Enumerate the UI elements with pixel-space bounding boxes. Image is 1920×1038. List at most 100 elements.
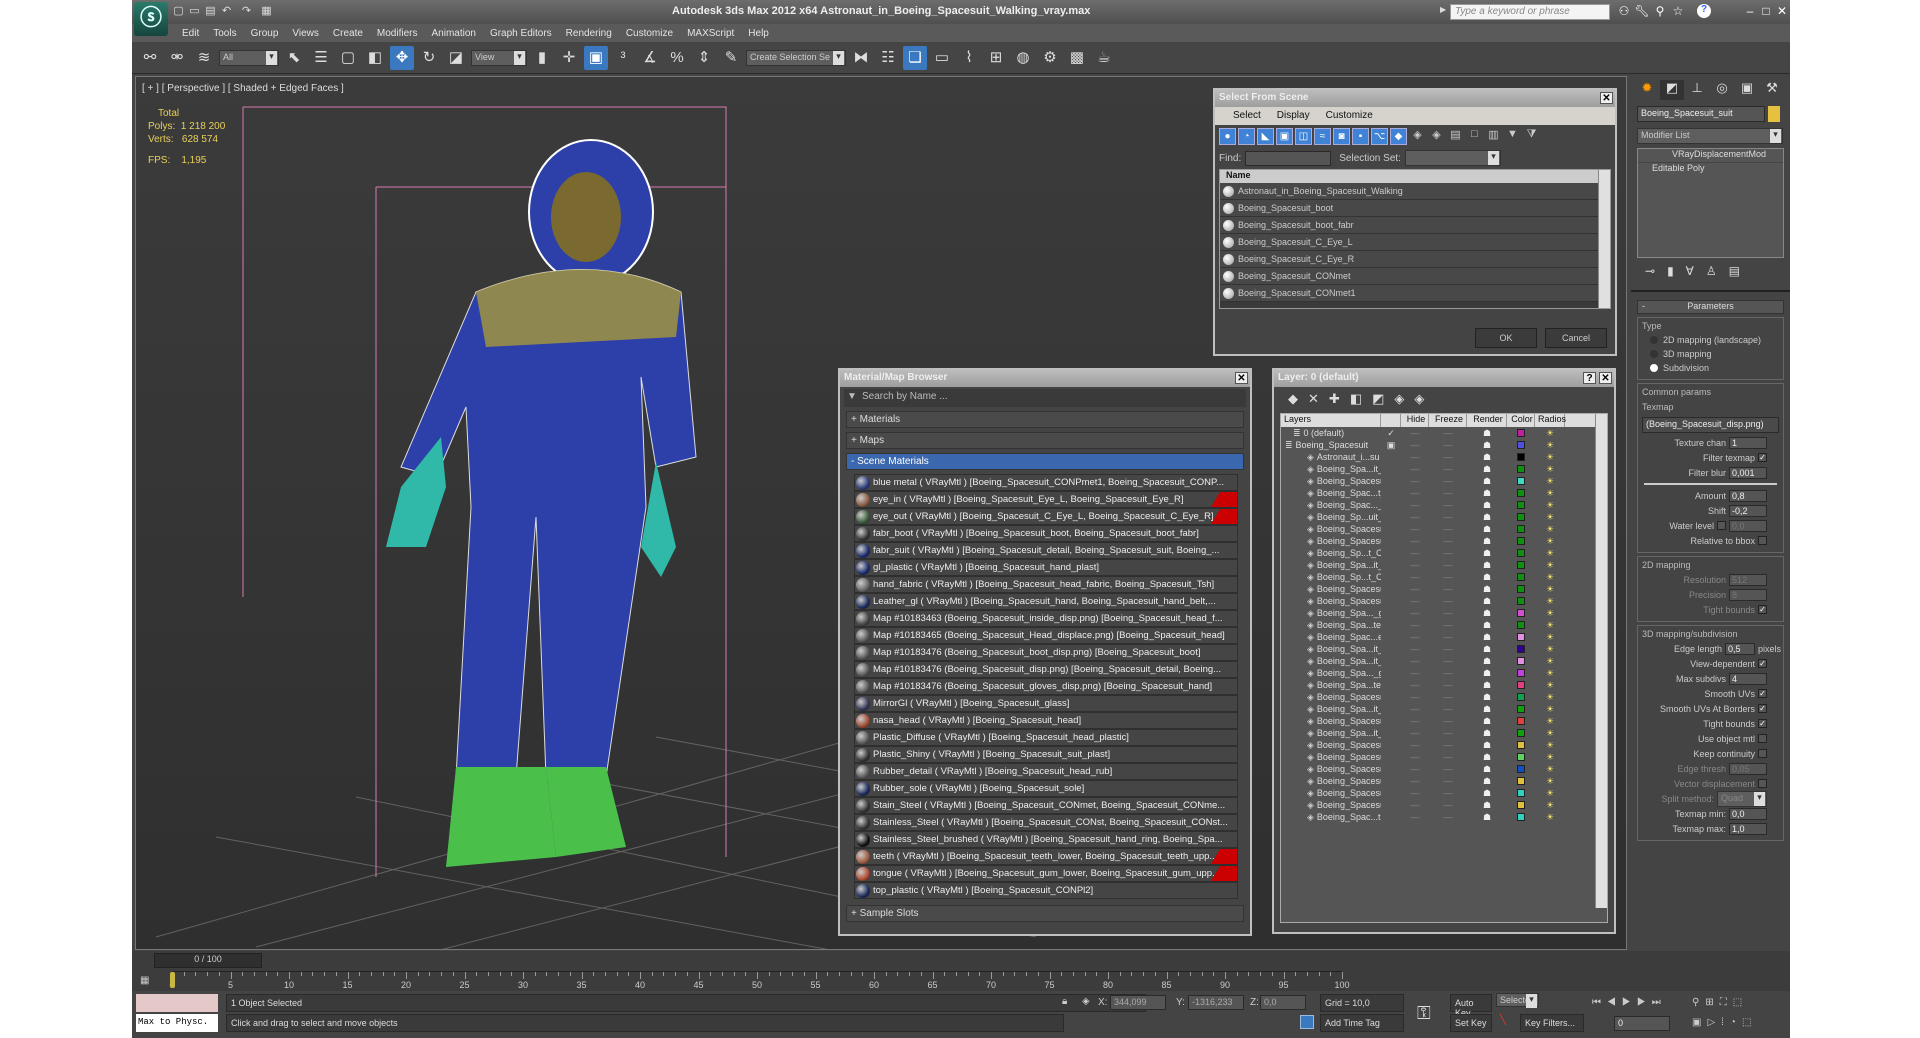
menu-animation[interactable]: Animation	[431, 28, 475, 39]
layer-color-swatch[interactable]	[1517, 501, 1525, 509]
geometry-filter-icon[interactable]: ●	[1219, 128, 1236, 145]
freeze-toggle[interactable]: —	[1429, 764, 1467, 774]
material-list-item[interactable]: teeth ( VRayMtl ) [Boeing_Spacesuit_teet…	[854, 848, 1238, 865]
layer-row[interactable]: ≣ Boeing_Spacesuit ▣ — — ☗ ☀	[1281, 439, 1607, 451]
layer-color-swatch[interactable]	[1517, 453, 1525, 461]
percent-snap-icon[interactable]: %	[665, 46, 689, 70]
radiosity-sun-icon[interactable]: ☀	[1535, 776, 1565, 787]
freeze-toggle[interactable]: —	[1429, 800, 1467, 810]
layer-name-cell[interactable]: ◈ Boeing_Spa...te	[1281, 620, 1381, 631]
groups-filter-icon[interactable]: ◙	[1333, 128, 1350, 145]
layer-manager-icon[interactable]: ❏	[903, 45, 927, 70]
menu-edit[interactable]: Edit	[182, 28, 199, 39]
layer-color-swatch[interactable]	[1517, 657, 1525, 665]
close-icon[interactable]: ✕	[1235, 372, 1248, 384]
viewport-navigation-controls[interactable]: ⚲⊞⛶⬚	[1692, 997, 1748, 1008]
tight-bounds-2d-checkbox[interactable]: ✓	[1758, 605, 1767, 614]
select-all-icon[interactable]: ▤	[1447, 128, 1464, 145]
display-tab-icon[interactable]: ▣	[1735, 80, 1759, 100]
precision-spinner[interactable]: 8	[1729, 588, 1767, 601]
color-cell[interactable]	[1507, 525, 1535, 533]
layer-row[interactable]: ◈ Boeing_Spa...it_ — — ☗ ☀	[1281, 703, 1607, 715]
color-cell[interactable]	[1507, 657, 1535, 665]
layer-color-swatch[interactable]	[1517, 597, 1525, 605]
material-list-item[interactable]: fabr_boot ( VRayMtl ) [Boeing_Spacesuit_…	[854, 525, 1238, 542]
stack-item-vraydisplacementmod[interactable]: VRayDisplacementMod	[1638, 149, 1783, 163]
render-teapot-icon[interactable]: ☗	[1467, 644, 1507, 655]
render-teapot-icon[interactable]: ☗	[1467, 776, 1507, 787]
hide-toggle[interactable]: —	[1401, 680, 1429, 690]
render-teapot-icon[interactable]: ☗	[1467, 464, 1507, 475]
freeze-toggle[interactable]: —	[1429, 464, 1467, 474]
pin-stack-icon[interactable]: ⊸	[1645, 264, 1655, 278]
freeze-toggle[interactable]: —	[1429, 572, 1467, 582]
bind-space-warp-icon[interactable]: ≋	[192, 46, 216, 70]
render-teapot-icon[interactable]: ☗	[1467, 812, 1507, 823]
freeze-toggle[interactable]: —	[1429, 752, 1467, 762]
layer-row[interactable]: ◈ Boeing_Spac...e — — ☗ ☀	[1281, 631, 1607, 643]
radiosity-sun-icon[interactable]: ☀	[1535, 728, 1565, 739]
view-dependent-checkbox[interactable]: ✓	[1758, 659, 1767, 668]
layer-name-cell[interactable]: ◈ Boeing_Spacesui	[1281, 764, 1381, 775]
material-list-item[interactable]: Stainless_Steel_brushed ( VRayMtl ) [Boe…	[854, 831, 1238, 848]
hide-toggle[interactable]: —	[1401, 608, 1429, 618]
layer-row[interactable]: ◈ Boeing_Sp...t_C — — ☗ ☀	[1281, 547, 1607, 559]
radiosity-sun-icon[interactable]: ☀	[1535, 800, 1565, 811]
radiosity-sun-icon[interactable]: ☀	[1535, 620, 1565, 631]
render-teapot-icon[interactable]: ☗	[1467, 656, 1507, 667]
texmap-min-spinner[interactable]: 0,0	[1729, 807, 1767, 820]
hide-toggle[interactable]: —	[1401, 692, 1429, 702]
texmap-button[interactable]: (Boeing_Spacesuit_disp.png)	[1642, 417, 1779, 433]
keep-continuity-checkbox[interactable]	[1758, 749, 1767, 758]
unlink-icon[interactable]: ⚮	[165, 46, 189, 70]
texmap-max-spinner[interactable]: 1,0	[1729, 822, 1767, 835]
render-teapot-icon[interactable]: ☗	[1467, 788, 1507, 799]
layer-name-cell[interactable]: ◈ Boeing_Spacesui	[1281, 716, 1381, 727]
color-cell[interactable]	[1507, 585, 1535, 593]
viewport-navigation-controls-2[interactable]: ▣▷⁞◔⬚	[1692, 1017, 1757, 1028]
freeze-toggle[interactable]: —	[1429, 812, 1467, 822]
layer-row[interactable]: ◈ Boeing_Spacesui — — ☗ ☀	[1281, 763, 1607, 775]
layer-row[interactable]: ◈ Boeing_Spacesui — — ☗ ☀	[1281, 523, 1607, 535]
set-key-button[interactable]: Set Key	[1450, 1014, 1492, 1032]
layer-row[interactable]: ◈ Boeing_Spa...it_ — — ☗ ☀	[1281, 727, 1607, 739]
layer-color-swatch[interactable]	[1517, 645, 1525, 653]
freeze-toggle[interactable]: —	[1429, 440, 1467, 450]
render-teapot-icon[interactable]: ☗	[1467, 692, 1507, 703]
layer-row[interactable]: ◈ Boeing_Spacesui — — ☗ ☀	[1281, 787, 1607, 799]
radiosity-sun-icon[interactable]: ☀	[1535, 764, 1565, 775]
minimize-icon[interactable]: –	[1742, 4, 1758, 20]
layer-color-swatch[interactable]	[1517, 513, 1525, 521]
radiosity-sun-icon[interactable]: ☀	[1535, 440, 1565, 451]
color-cell[interactable]	[1507, 477, 1535, 485]
render-teapot-icon[interactable]: ☗	[1467, 632, 1507, 643]
layer-name-cell[interactable]: ◈ Boeing_Spa...it_	[1281, 464, 1381, 475]
layer-name-cell[interactable]: ◈ Boeing_Spa...it_	[1281, 728, 1381, 739]
ok-button[interactable]: OK	[1475, 328, 1537, 348]
scene-materials-group[interactable]: - Scene Materials	[846, 453, 1244, 470]
smooth-uvs-checkbox[interactable]: ✓	[1758, 689, 1767, 698]
color-cell[interactable]	[1507, 681, 1535, 689]
layer-name-cell[interactable]: ◈ Astronaut_i...su	[1281, 452, 1381, 463]
layer-row[interactable]: ◈ Boeing_Spa...it_ — — ☗ ☀	[1281, 643, 1607, 655]
layer-row[interactable]: ◈ Boeing_Sp...t_C — — ☗ ☀	[1281, 571, 1607, 583]
render-teapot-icon[interactable]: ☗	[1467, 584, 1507, 595]
current-layer-cell[interactable]: ▣	[1381, 440, 1401, 451]
modify-tab-icon[interactable]: ◩	[1660, 80, 1684, 100]
color-cell[interactable]	[1507, 693, 1535, 701]
radiosity-sun-icon[interactable]: ☀	[1535, 488, 1565, 499]
freeze-toggle[interactable]: —	[1429, 428, 1467, 438]
freeze-toggle[interactable]: —	[1429, 488, 1467, 498]
color-cell[interactable]	[1507, 537, 1535, 545]
layer-color-swatch[interactable]	[1517, 717, 1525, 725]
scene-list-item[interactable]: Boeing_Spacesuit_CONmet1	[1220, 285, 1610, 302]
color-cell[interactable]	[1507, 465, 1535, 473]
radiosity-sun-icon[interactable]: ☀	[1535, 524, 1565, 535]
resolution-spinner[interactable]: 512	[1729, 573, 1767, 586]
layer-color-swatch[interactable]	[1517, 525, 1525, 533]
highlight-layer-icon[interactable]: ◩	[1372, 391, 1384, 407]
layer-name-cell[interactable]: ◈ Boeing_Spacesui	[1281, 752, 1381, 763]
parameters-rollout-header[interactable]: - Parameters	[1637, 300, 1784, 314]
frozen-filter-icon[interactable]: ◈	[1409, 128, 1426, 145]
color-cell[interactable]	[1507, 441, 1535, 449]
